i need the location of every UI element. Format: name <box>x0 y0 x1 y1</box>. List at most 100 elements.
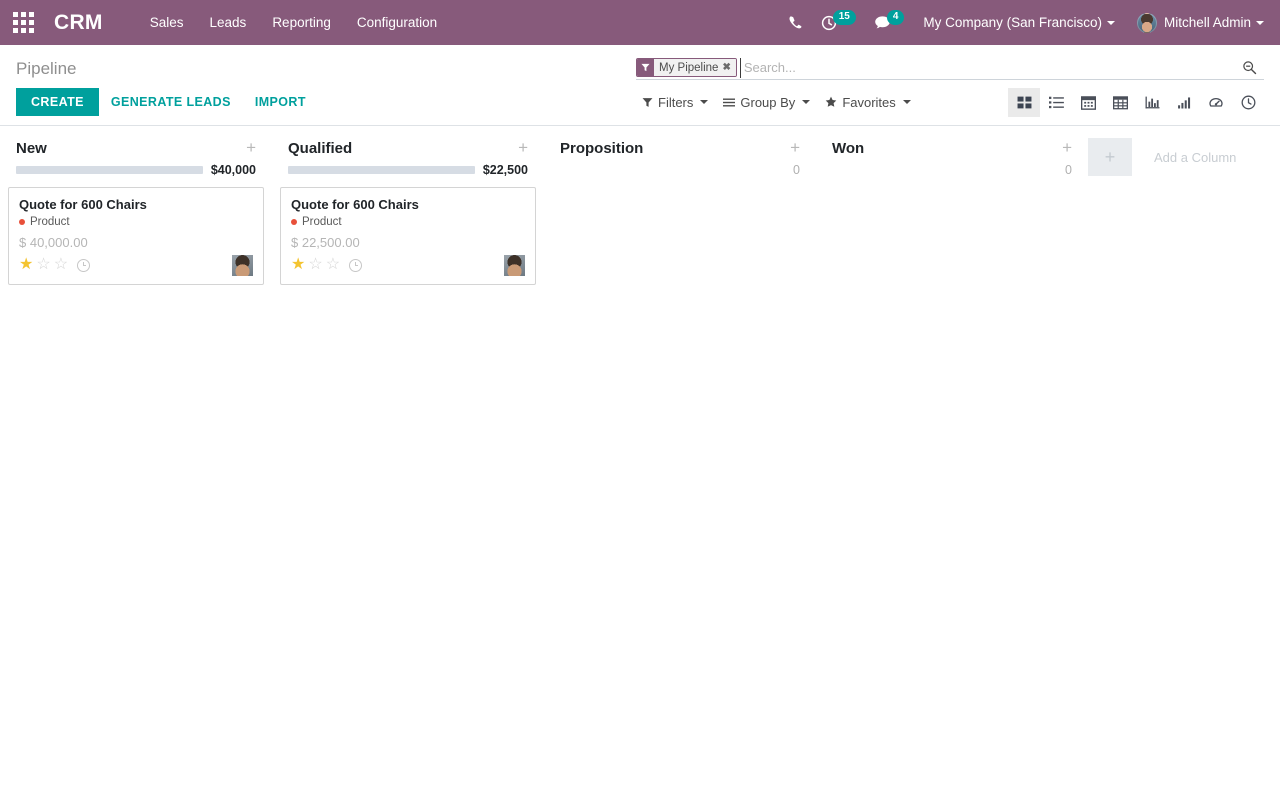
phone-icon <box>789 16 802 29</box>
star-icon[interactable]: ☆ <box>308 257 322 273</box>
card-amount: $ 22,500.00 <box>291 235 360 250</box>
plus-icon[interactable]: + <box>518 139 528 156</box>
user-menu[interactable]: Mitchell Admin <box>1125 0 1270 45</box>
view-button-calendar[interactable] <box>1072 88 1104 117</box>
activity-menu-button[interactable]: 15 <box>812 0 865 45</box>
view-button-kanban[interactable] <box>1008 87 1040 117</box>
clock-icon[interactable] <box>349 258 363 272</box>
view-button-forecast[interactable] <box>1168 88 1200 117</box>
messaging-count-badge: 4 <box>886 10 905 25</box>
clock-icon[interactable] <box>77 258 91 272</box>
bar-chart-icon <box>1145 96 1159 108</box>
ascending-bars-icon <box>1177 96 1190 108</box>
kanban-icon <box>1017 96 1031 108</box>
filter-funnel-icon <box>642 97 653 108</box>
kanban-column-qualified: Qualified + $22,500 Quote for 600 Chairs… <box>272 126 544 799</box>
chevron-down-icon <box>700 100 709 104</box>
tag-dot-icon <box>291 219 297 225</box>
view-button-pivot[interactable] <box>1104 88 1136 117</box>
plus-icon[interactable]: + <box>246 139 256 156</box>
card-amount: $ 40,000.00 <box>19 235 88 250</box>
star-icon[interactable]: ☆ <box>36 257 50 273</box>
view-button-activity[interactable] <box>1232 88 1264 117</box>
magnifier-icon[interactable] <box>1242 60 1264 75</box>
app-brand-crm[interactable]: CRM <box>54 11 103 35</box>
star-icon[interactable]: ★ <box>19 257 33 273</box>
card-tag: Product <box>19 216 253 228</box>
list-icon <box>1048 96 1064 108</box>
plus-icon[interactable]: + <box>1062 139 1072 156</box>
apps-grid-icon <box>12 12 34 33</box>
search-dropdowns: Filters Group By Favorites <box>636 91 920 114</box>
progress-bar[interactable] <box>832 166 1057 174</box>
apps-menu-button[interactable] <box>0 0 46 45</box>
view-switcher <box>1008 87 1264 117</box>
avatar[interactable] <box>504 255 525 276</box>
progress-bar[interactable] <box>288 166 475 174</box>
filters-dropdown[interactable]: Filters <box>636 91 717 114</box>
card-footer: ★ ☆ ☆ <box>291 254 525 276</box>
column-header: Proposition + <box>552 126 808 161</box>
hamburger-lines-icon <box>723 97 736 108</box>
star-icon[interactable]: ★ <box>291 257 305 273</box>
star-icon[interactable]: ☆ <box>54 257 68 273</box>
main-menu: Sales Leads Reporting Configuration <box>137 0 450 45</box>
search-facet-my-pipeline[interactable]: My Pipeline ✖ <box>636 58 737 77</box>
close-icon[interactable]: ✖ <box>722 59 736 76</box>
calendar-icon <box>1080 95 1096 110</box>
progress-bar[interactable] <box>16 166 203 174</box>
dashboard-gauge-icon <box>1209 97 1223 107</box>
view-button-cohort[interactable] <box>1200 88 1232 117</box>
clock-icon <box>1241 95 1255 109</box>
menu-item-leads[interactable]: Leads <box>197 0 260 45</box>
progress-bar[interactable] <box>560 166 785 174</box>
column-progress: 0 <box>552 161 808 187</box>
menu-item-reporting[interactable]: Reporting <box>259 0 344 45</box>
view-button-graph[interactable] <box>1136 88 1168 117</box>
import-button[interactable]: IMPORT <box>243 88 318 116</box>
add-column-label: Add a Column <box>1154 149 1237 165</box>
card-tag-label: Product <box>30 216 70 228</box>
favorites-dropdown[interactable]: Favorites <box>819 91 919 114</box>
star-icon[interactable]: ☆ <box>326 257 340 273</box>
tag-dot-icon <box>19 219 25 225</box>
plus-icon[interactable]: + <box>790 139 800 156</box>
chevron-down-icon <box>1256 20 1264 25</box>
filter-funnel-icon <box>637 59 654 76</box>
menu-item-sales[interactable]: Sales <box>137 0 197 45</box>
column-title: Qualified <box>288 140 353 157</box>
add-column-button[interactable]: + Add a Column <box>1088 126 1280 176</box>
chevron-down-icon <box>1106 21 1115 26</box>
navbar-right-group: 15 4 My Company (San Francisco) Mitchell… <box>779 0 1280 45</box>
priority-stars[interactable]: ★ ☆ ☆ <box>291 257 343 273</box>
kanban-column-won: Won + 0 <box>816 126 1088 799</box>
facet-label: My Pipeline <box>654 59 723 76</box>
activity-count-badge: 15 <box>832 10 856 25</box>
search-bar[interactable]: My Pipeline ✖ <box>636 56 1264 80</box>
kanban-card[interactable]: Quote for 600 Chairs Product $ 22,500.00… <box>280 187 536 285</box>
priority-stars[interactable]: ★ ☆ ☆ <box>19 257 71 273</box>
column-title: Proposition <box>560 140 644 157</box>
column-progress: 0 <box>824 161 1080 187</box>
company-name: My Company (San Francisco) <box>923 15 1102 30</box>
breadcrumb: Pipeline <box>16 59 77 78</box>
column-amount: $40,000 <box>210 163 256 177</box>
kanban-card[interactable]: Quote for 600 Chairs Product $ 40,000.00… <box>8 187 264 285</box>
control-panel: Pipeline My Pipeline ✖ CREATE GENERATE L… <box>0 45 1280 126</box>
messaging-menu-button[interactable]: 4 <box>865 0 914 45</box>
create-button[interactable]: CREATE <box>16 88 99 116</box>
voip-phone-button[interactable] <box>779 0 812 45</box>
avatar[interactable] <box>232 255 253 276</box>
view-button-list[interactable] <box>1040 88 1072 117</box>
company-switcher[interactable]: My Company (San Francisco) <box>913 0 1125 45</box>
menu-item-configuration[interactable]: Configuration <box>344 0 450 45</box>
kanban-column-proposition: Proposition + 0 <box>544 126 816 799</box>
kanban-board: New + $40,000 Quote for 600 Chairs Produ… <box>0 126 1280 799</box>
star-icon <box>825 96 837 108</box>
generate-leads-button[interactable]: GENERATE LEADS <box>99 88 243 116</box>
search-input[interactable] <box>739 57 1242 78</box>
chevron-down-icon <box>802 100 811 104</box>
column-progress: $40,000 <box>8 161 264 187</box>
group-by-dropdown[interactable]: Group By <box>717 91 819 114</box>
chevron-down-icon <box>902 100 911 104</box>
